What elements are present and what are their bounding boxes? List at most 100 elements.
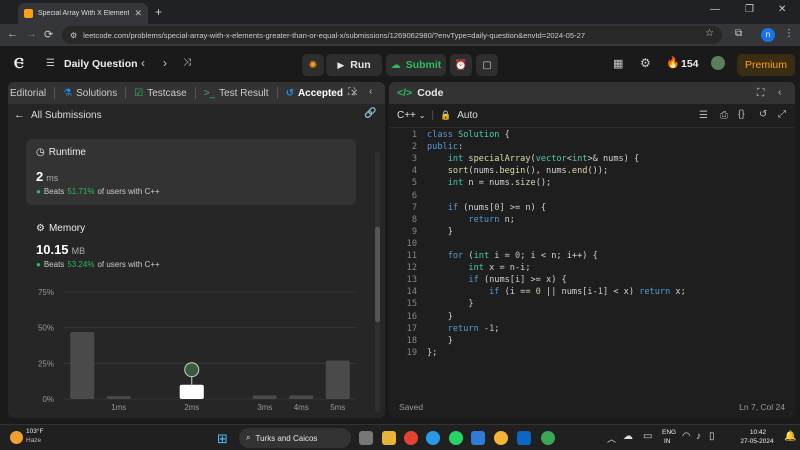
timer-button[interactable]: ⏰ [450,54,472,76]
daily-question-link[interactable]: Daily Question [64,58,138,70]
code-line[interactable]: public: [427,142,463,152]
notes-button[interactable]: ▢ [476,54,498,76]
memory-section[interactable]: ⚙ Memory 10.15 MB ● Beats 53.24% of users wi… [36,221,356,273]
tab-testcase[interactable]: ☑ Testcase [126,87,196,99]
star-icon[interactable]: ☆ [705,28,714,39]
code-line[interactable]: return n; [427,215,515,225]
tab-solutions[interactable]: ⚗ Solutions [55,87,127,99]
chrome-profile-icon[interactable] [541,431,555,445]
close-window-icon[interactable]: ✕ [778,4,786,15]
edge-icon[interactable] [426,431,440,445]
maximize-editor-icon[interactable]: ⛶ [757,87,764,100]
clock-time[interactable]: 10:42 [738,429,778,437]
auto-mode-label[interactable]: Auto [457,110,478,121]
next-problem-icon[interactable]: › [163,56,167,70]
code-line[interactable]: if (nums[0] >= n) { [427,203,546,213]
code-line[interactable]: if (i == 0 || nums[i-1] < x) return x; [427,287,686,297]
weather-temp[interactable]: 103°F [26,428,43,436]
show-hidden-icons[interactable]: ︿ [607,432,616,445]
file-explorer-icon[interactable] [382,431,396,445]
vscode-icon[interactable] [471,431,485,445]
braces-icon[interactable]: {} [738,109,745,120]
windows-start-icon[interactable]: ⊞ [217,431,228,447]
user-avatar[interactable] [711,56,725,70]
code-line[interactable]: return -1; [427,324,500,334]
prev-problem-icon[interactable]: ‹ [141,56,145,70]
battery-icon[interactable]: ▭ [643,431,652,442]
weather-icon[interactable] [10,431,23,444]
reset-icon[interactable]: ↺ [759,109,767,120]
link-icon[interactable]: 🔗 [364,108,376,119]
battery-status-icon[interactable]: ▯ [709,431,715,442]
submit-button[interactable]: ☁ Submit [386,54,446,76]
runtime-card[interactable]: ◷ Runtime 2 ms ● Beats 51.71% of users with … [26,139,356,205]
close-tab-icon[interactable]: ✕ [134,8,142,19]
task-view-icon[interactable] [359,431,373,445]
chrome-active-icon[interactable] [494,431,508,445]
site-info-icon[interactable]: ⚙ [70,31,77,40]
whatsapp-icon[interactable] [449,431,463,445]
code-line[interactable]: for (int i = 0; i < n; i++) { [427,251,598,261]
new-tab-icon[interactable]: + [155,5,162,19]
maximize-icon[interactable]: ❐ [745,4,754,15]
minimize-icon[interactable]: — [710,4,720,15]
weather-desc: Haze [26,437,42,444]
code-line[interactable]: if (nums[i] >= x) { [427,275,566,285]
layout-icon[interactable]: ▦ [613,57,623,70]
shuffle-icon[interactable]: ⤨ [183,57,191,68]
code-line[interactable]: } [427,336,453,346]
language-select[interactable]: C++ ⌄ [397,110,425,121]
reload-icon[interactable]: ⟳ [44,28,53,41]
code-area[interactable]: 1 class Solution {2 public: 3 int specialAr… [389,126,795,396]
leetcode-logo-icon[interactable]: Ⲉ [14,55,24,72]
cloud-icon[interactable]: ☁ [623,431,633,442]
maximize-panel-icon[interactable]: ⛶ [348,87,355,98]
run-button[interactable]: ▶ Run [326,54,382,76]
code-line[interactable]: } [427,227,453,237]
taskbar-search[interactable]: ⌕ Turks and Caicos [239,428,351,448]
linkedin-icon[interactable] [517,431,531,445]
wifi-icon[interactable]: ◠ [682,431,691,442]
scrollbar-thumb[interactable] [375,227,380,322]
code-line[interactable]: int n = nums.size(); [427,178,552,188]
cloud-upload-icon: ☁ [390,59,401,71]
extensions-icon[interactable]: ⧉ [735,28,742,39]
premium-button[interactable]: Premium [737,54,795,76]
menu-lines-icon[interactable]: ☰ [699,110,708,121]
code-line[interactable]: class Solution { [427,130,510,140]
forward-icon[interactable]: → [26,28,37,40]
clock-date: 27-05-2024 [740,438,774,445]
bookmark-icon[interactable]: ⎙ [720,110,728,121]
menu-icon[interactable]: ⋮ [784,28,794,39]
back-icon[interactable]: ← [7,28,18,40]
tab-editorial[interactable]: Editorial [8,87,56,99]
back-arrow-icon[interactable]: ← [14,109,25,121]
streak-count[interactable]: 154 [681,58,699,70]
code-line[interactable]: int x = n-i; [427,263,530,273]
lang-primary[interactable]: ENG [662,429,676,437]
collapse-panel-icon[interactable]: ‹ [369,86,372,97]
code-line[interactable]: } [427,299,473,309]
volume-icon[interactable]: ♪ [696,431,701,442]
code-line[interactable]: sort(nums.begin(), nums.end()); [427,166,608,176]
notification-icon[interactable]: 🔔 [784,431,796,442]
leetcode-nav: Ⲉ ☰ Daily Question ‹ › ⤨ ✺ ▶ Run ☁ Submit … [0,46,800,82]
fullscreen-icon[interactable]: ⤢ [778,109,786,120]
address-bar[interactable]: ⚙ leetcode.com/problems/special-array-wi… [62,26,722,44]
code-line[interactable]: int specialArray(vector<int>& nums) { [427,154,640,164]
language-label: C++ [397,110,416,121]
scrollbar[interactable] [375,152,380,412]
code-line[interactable]: } [427,312,453,322]
all-submissions-link[interactable]: All Submissions [31,110,102,121]
collapse-editor-icon[interactable]: ‹ [778,86,782,98]
debug-button[interactable]: ✺ [302,54,324,76]
memory-unit: MB [71,246,86,256]
chrome-icon[interactable] [404,431,418,445]
note-icon: ▢ [482,59,492,71]
settings-icon[interactable]: ⚙ [640,56,651,70]
browser-tab[interactable]: Special Array With X Elements Gre ✕ [18,3,148,24]
problem-list-icon[interactable]: ☰ [46,58,55,69]
profile-avatar[interactable]: n [761,28,775,42]
code-line[interactable]: }; [427,348,437,358]
tab-test-result[interactable]: >_ Test Result [196,87,278,99]
